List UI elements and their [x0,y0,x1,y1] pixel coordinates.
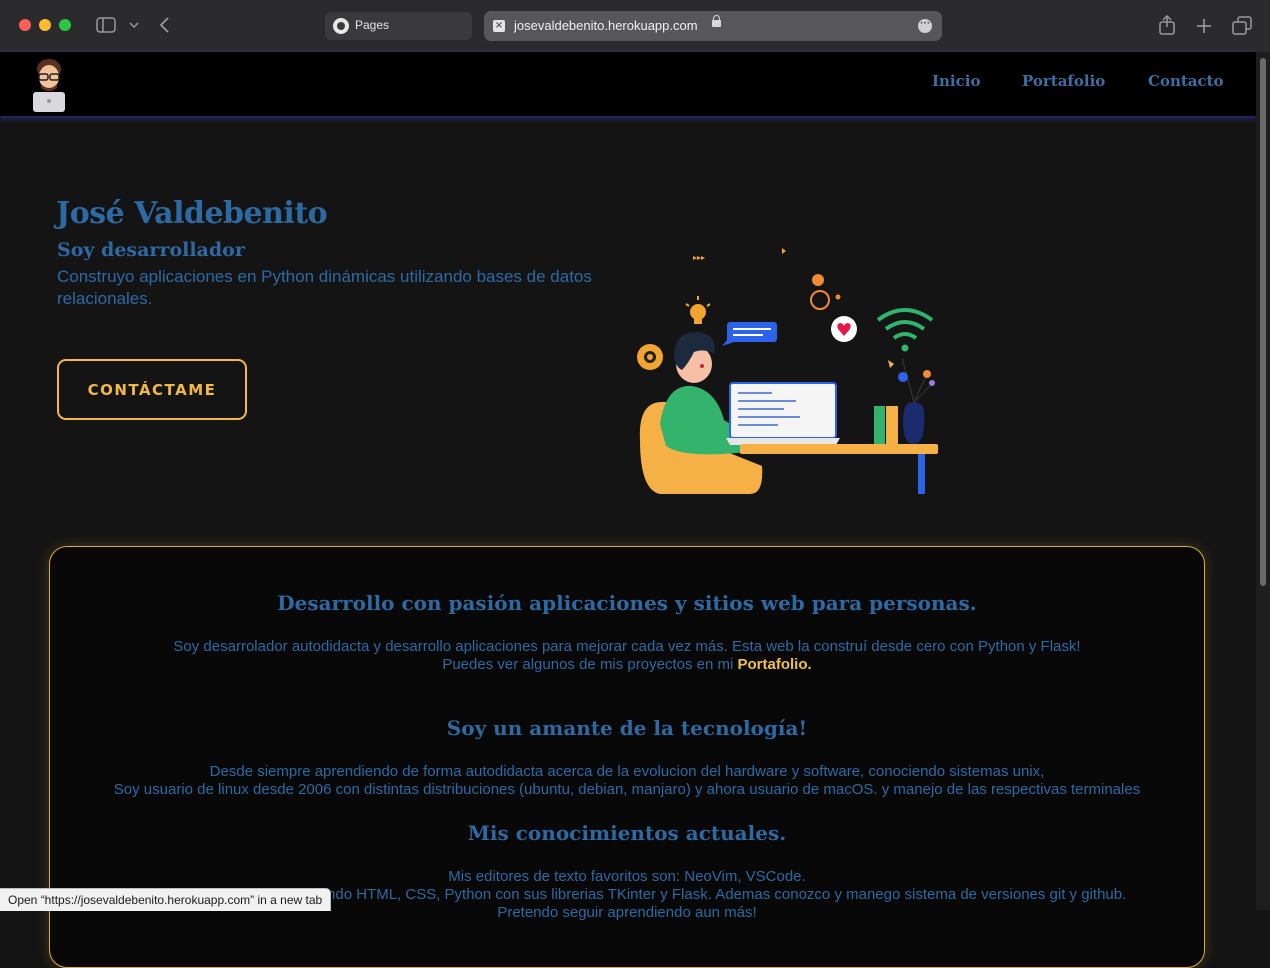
share-icon[interactable] [1158,15,1176,35]
link-status-tooltip: Open “https://josevaldebenito.herokuapp.… [0,888,332,911]
about-paragraph-line: Puedes ver algunos de mis proyectos en m… [50,656,1204,674]
portfolio-prompt: Puedes ver algunos de mis proyectos en m… [442,656,734,673]
about-paragraph-line: Soy usuario de linux desde 2006 con dist… [113,781,1141,798]
about-paragraph-line: Mis editores de texto favoritos son: Neo… [448,868,806,885]
site-favicon-icon: × [493,20,505,32]
about-paragraph-line: Desde siempre aprendiendo de forma autod… [209,763,1045,780]
site-header: Inicio Portafolio Contacto [0,52,1256,116]
about-heading-tech: Soy un amante de la tecnología! [446,716,808,740]
more-options-icon[interactable]: ··· [918,19,932,33]
hero-subtitle: Soy desarrollador [57,239,245,261]
address-bar[interactable]: × josevaldebenito.herokuapp.com ··· [484,11,942,41]
lock-icon [712,15,721,27]
tab-pages-label: Pages [355,18,390,32]
chevron-down-icon[interactable] [129,21,139,29]
portfolio-link[interactable]: Portafolio. [737,656,811,673]
minimize-window-button[interactable] [39,19,51,31]
page-scrollbar[interactable] [1256,52,1270,910]
hero-description: Construyo aplicaciones en Python dinámic… [57,267,592,308]
about-heading-skills: Mis conocimientos actuales. [467,821,787,845]
contact-button[interactable]: CONTÁCTAME [57,359,247,420]
nav-portafolio[interactable]: Portafolio [1022,72,1105,90]
tab-overview-icon[interactable] [1232,16,1252,35]
tab-pages[interactable]: Pages [325,12,472,40]
zoom-window-button[interactable] [59,19,71,31]
avatar[interactable] [29,56,69,112]
nav-inicio[interactable]: Inicio [932,72,980,90]
about-heading-passion: Desarrollo con pasión aplicaciones y sit… [277,591,977,615]
sidebar-toggle-icon[interactable] [96,17,116,33]
about-paragraph-line: Soy desarrolador autodidacta y desarroll… [173,638,1081,655]
nav-contacto[interactable]: Contacto [1148,72,1224,90]
address-bar-url[interactable]: josevaldebenito.herokuapp.com [514,18,698,33]
github-icon [333,18,349,34]
back-arrow-icon[interactable] [158,17,170,33]
new-tab-icon[interactable] [1196,18,1212,34]
developer-illustration [637,248,938,494]
scrollbar-thumb[interactable] [1260,58,1266,586]
hero-name: José Valdebenito [56,196,328,231]
close-window-button[interactable] [19,19,31,31]
browser-toolbar: Pages × josevaldebenito.herokuapp.com ··… [0,0,1270,53]
